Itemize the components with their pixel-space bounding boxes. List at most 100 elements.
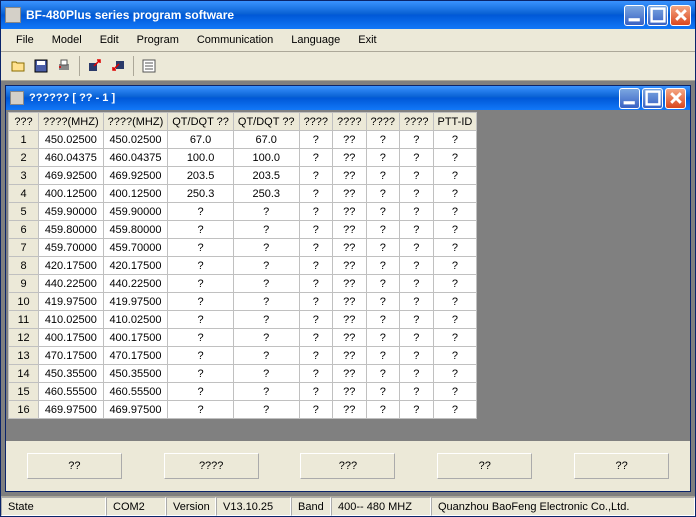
cell[interactable]: ? — [366, 167, 399, 185]
cell[interactable]: 410.02500 — [103, 311, 168, 329]
open-icon[interactable] — [7, 55, 29, 77]
close-button[interactable] — [670, 5, 691, 26]
table-row[interactable]: 12400.17500400.17500???????? — [9, 329, 477, 347]
child-close-button[interactable] — [665, 88, 686, 109]
cell[interactable]: ? — [366, 401, 399, 419]
cell[interactable]: ? — [433, 221, 477, 239]
cell[interactable]: 459.90000 — [103, 203, 168, 221]
cell[interactable]: ? — [400, 149, 433, 167]
cell[interactable]: 12 — [9, 329, 39, 347]
menu-model[interactable]: Model — [45, 32, 89, 48]
cell[interactable]: ? — [168, 401, 234, 419]
cell[interactable]: ? — [299, 203, 332, 221]
cell[interactable]: ? — [233, 239, 299, 257]
cell[interactable]: 11 — [9, 311, 39, 329]
cell[interactable]: ? — [433, 131, 477, 149]
action-button[interactable]: ?? — [27, 453, 122, 479]
cell[interactable]: ?? — [333, 311, 366, 329]
col-header[interactable]: PTT-ID — [433, 113, 477, 131]
cell[interactable]: 15 — [9, 383, 39, 401]
cell[interactable]: ? — [299, 329, 332, 347]
cell[interactable]: 1 — [9, 131, 39, 149]
cell[interactable]: 450.35500 — [103, 365, 168, 383]
cell[interactable]: ?? — [333, 185, 366, 203]
cell[interactable]: 3 — [9, 167, 39, 185]
col-header[interactable]: QT/DQT ?? — [233, 113, 299, 131]
cell[interactable]: ? — [168, 311, 234, 329]
cell[interactable]: 250.3 — [168, 185, 234, 203]
cell[interactable]: ? — [433, 365, 477, 383]
menu-program[interactable]: Program — [130, 32, 186, 48]
table-row[interactable]: 9440.22500440.22500???????? — [9, 275, 477, 293]
cell[interactable]: ? — [299, 275, 332, 293]
cell[interactable]: ? — [366, 311, 399, 329]
cell[interactable]: ? — [433, 149, 477, 167]
cell[interactable]: 460.04375 — [39, 149, 104, 167]
cell[interactable]: 100.0 — [233, 149, 299, 167]
cell[interactable]: ? — [400, 203, 433, 221]
cell[interactable]: 67.0 — [168, 131, 234, 149]
cell[interactable]: 450.02500 — [39, 131, 104, 149]
cell[interactable]: 450.02500 — [103, 131, 168, 149]
cell[interactable]: ? — [400, 185, 433, 203]
col-header[interactable]: ???? — [366, 113, 399, 131]
cell[interactable]: 440.22500 — [103, 275, 168, 293]
table-row[interactable]: 8420.17500420.17500???????? — [9, 257, 477, 275]
cell[interactable]: 400.12500 — [39, 185, 104, 203]
cell[interactable]: ?? — [333, 131, 366, 149]
cell[interactable]: 16 — [9, 401, 39, 419]
table-row[interactable]: 6459.80000459.80000???????? — [9, 221, 477, 239]
cell[interactable]: 450.35500 — [39, 365, 104, 383]
cell[interactable]: ? — [400, 257, 433, 275]
col-header[interactable]: ???? — [400, 113, 433, 131]
cell[interactable]: ?? — [333, 347, 366, 365]
cell[interactable]: ? — [299, 239, 332, 257]
cell[interactable]: ? — [168, 239, 234, 257]
cell[interactable]: ? — [233, 347, 299, 365]
cell[interactable]: 5 — [9, 203, 39, 221]
table-row[interactable]: 5459.90000459.90000???????? — [9, 203, 477, 221]
cell[interactable]: ? — [400, 293, 433, 311]
table-row[interactable]: 4400.12500400.12500250.3250.3?????? — [9, 185, 477, 203]
action-button[interactable]: ?? — [574, 453, 669, 479]
cell[interactable]: ? — [299, 383, 332, 401]
cell[interactable]: ?? — [333, 221, 366, 239]
cell[interactable]: 203.5 — [233, 167, 299, 185]
cell[interactable]: ?? — [333, 329, 366, 347]
cell[interactable]: 460.55500 — [39, 383, 104, 401]
cell[interactable]: 459.80000 — [39, 221, 104, 239]
table-row[interactable]: 7459.70000459.70000???????? — [9, 239, 477, 257]
cell[interactable]: ? — [299, 311, 332, 329]
cell[interactable]: 13 — [9, 347, 39, 365]
cell[interactable]: 2 — [9, 149, 39, 167]
cell[interactable]: ? — [433, 311, 477, 329]
cell[interactable]: ?? — [333, 383, 366, 401]
cell[interactable]: 459.90000 — [39, 203, 104, 221]
cell[interactable]: ? — [233, 401, 299, 419]
table-row[interactable]: 1450.02500450.0250067.067.0?????? — [9, 131, 477, 149]
cell[interactable]: ? — [400, 401, 433, 419]
cell[interactable]: ? — [433, 167, 477, 185]
cell[interactable]: ? — [168, 221, 234, 239]
cell[interactable]: ? — [433, 185, 477, 203]
cell[interactable]: ? — [433, 329, 477, 347]
cell[interactable]: ? — [400, 347, 433, 365]
cell[interactable]: 4 — [9, 185, 39, 203]
cell[interactable]: ? — [433, 383, 477, 401]
cell[interactable]: 469.97500 — [39, 401, 104, 419]
cell[interactable]: ? — [366, 131, 399, 149]
cell[interactable]: 470.17500 — [39, 347, 104, 365]
cell[interactable]: ? — [168, 383, 234, 401]
cell[interactable]: ? — [366, 149, 399, 167]
menu-file[interactable]: File — [9, 32, 41, 48]
maximize-button[interactable] — [647, 5, 668, 26]
cell[interactable]: ? — [366, 365, 399, 383]
cell[interactable]: 459.70000 — [39, 239, 104, 257]
cell[interactable]: ? — [400, 383, 433, 401]
print-icon[interactable] — [53, 55, 75, 77]
action-button[interactable]: ???? — [164, 453, 259, 479]
cell[interactable]: ? — [433, 275, 477, 293]
cell[interactable]: ? — [168, 365, 234, 383]
menu-communication[interactable]: Communication — [190, 32, 280, 48]
cell[interactable]: 419.97500 — [39, 293, 104, 311]
